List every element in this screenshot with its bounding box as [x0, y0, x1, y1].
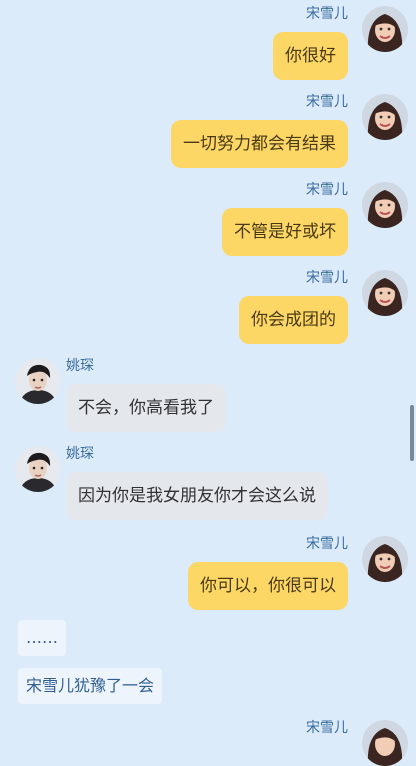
sender-name: 宋雪儿 [306, 720, 348, 736]
sender-name: 宋雪儿 [306, 94, 348, 110]
sender-name: 宋雪儿 [306, 6, 348, 22]
girl-avatar[interactable] [362, 536, 408, 582]
girl-avatar[interactable] [362, 270, 408, 316]
message-bubble[interactable]: 不会，你高看我了 [66, 384, 226, 432]
boy-avatar[interactable] [15, 358, 61, 404]
girl-avatar[interactable] [362, 94, 408, 140]
message-bubble[interactable]: 因为你是我女朋友你才会这么说 [66, 472, 328, 520]
message-bubble[interactable]: 一切努力都会有结果 [171, 120, 348, 168]
message-bubble[interactable]: 你可以，你很可以 [188, 562, 348, 610]
scrollbar-thumb[interactable] [410, 405, 414, 461]
sender-name: 宋雪儿 [306, 536, 348, 552]
girl-avatar[interactable] [362, 182, 408, 228]
sender-name: 宋雪儿 [306, 270, 348, 286]
narration-text: 宋雪儿犹豫了一会 [18, 668, 163, 704]
girl-avatar[interactable] [362, 6, 408, 52]
message-bubble[interactable]: 不管是好或坏 [222, 208, 348, 256]
message-bubble[interactable]: 你会成团的 [239, 296, 348, 344]
girl-avatar[interactable] [362, 720, 408, 766]
sender-name: 姚琛 [66, 358, 94, 374]
narration-text: …… [18, 620, 66, 656]
sender-name: 姚琛 [66, 446, 94, 462]
sender-name: 宋雪儿 [306, 182, 348, 198]
boy-avatar[interactable] [15, 446, 61, 492]
message-bubble[interactable]: 你很好 [273, 32, 348, 80]
